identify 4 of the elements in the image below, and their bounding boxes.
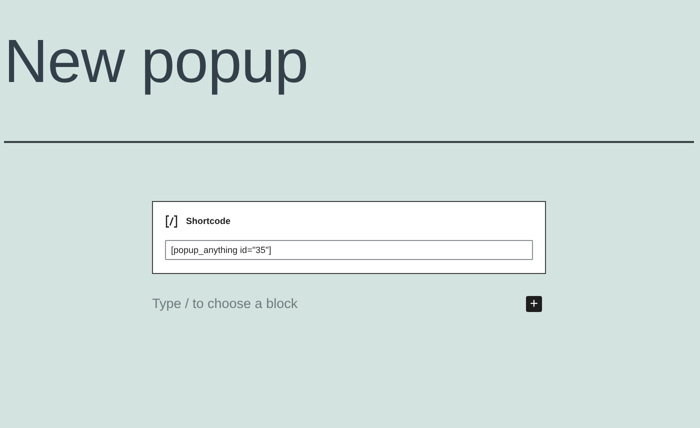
block-label: Shortcode xyxy=(186,215,231,228)
shortcode-input[interactable]: [popup_anything id="35"] xyxy=(165,240,533,260)
shortcode-icon xyxy=(165,215,178,228)
add-block-button[interactable]: + xyxy=(526,296,542,312)
